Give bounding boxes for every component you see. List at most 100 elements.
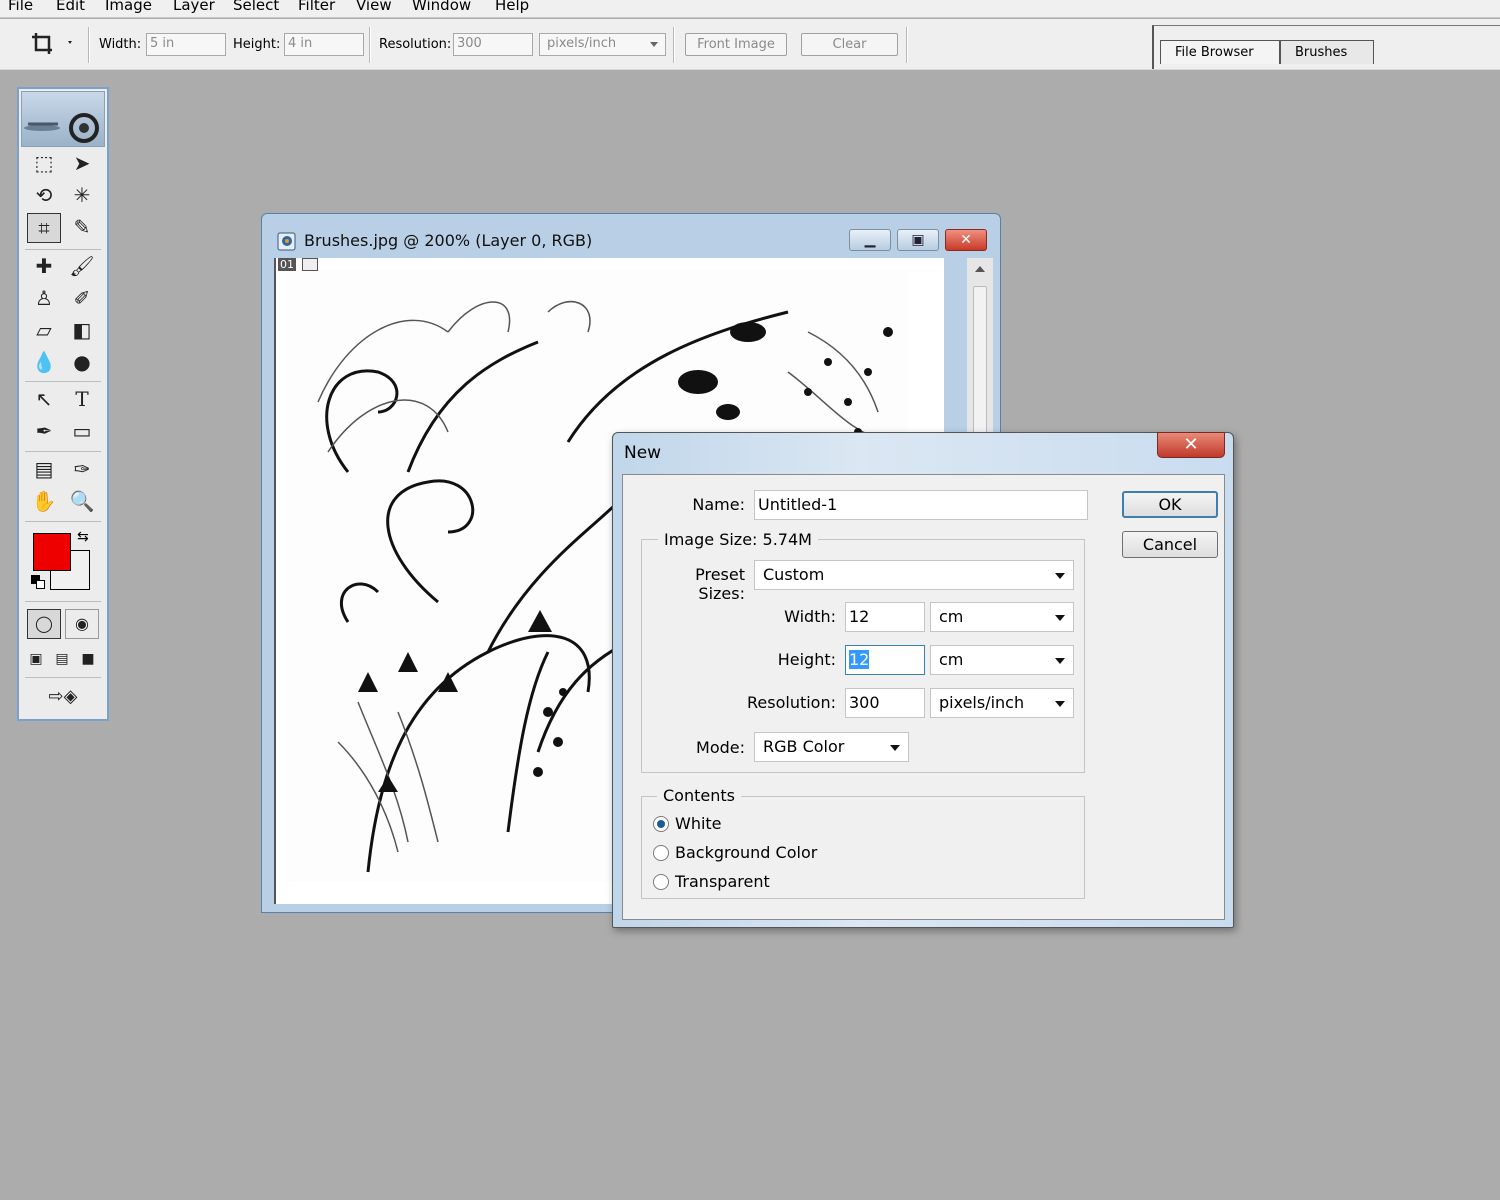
maximize-button[interactable]: ▣ (897, 229, 939, 251)
page-indicator: 01 (278, 258, 296, 271)
menu-file[interactable]: File (8, 0, 33, 13)
height-label: Height: (233, 37, 281, 52)
dialog-close-button[interactable]: ✕ (1157, 432, 1225, 458)
preset-sizes-label: Preset Sizes: (695, 565, 745, 603)
radio-white-indicator[interactable] (653, 816, 669, 832)
separator (88, 27, 90, 63)
crop-tool-icon[interactable]: ⌗ (27, 213, 61, 243)
chevron-down-icon (1055, 658, 1065, 664)
preset-sizes-select[interactable]: Custom (754, 560, 1074, 590)
resolution-field[interactable]: 300 (453, 33, 533, 56)
foreground-color-swatch[interactable] (33, 533, 71, 571)
hand-tool-icon[interactable]: ✋ (27, 487, 61, 517)
height-input[interactable]: 12 (845, 645, 925, 675)
type-tool-icon[interactable]: T (65, 385, 99, 415)
lasso-tool-icon[interactable]: ⟲ (27, 181, 61, 211)
menu-edit[interactable]: Edit (56, 0, 85, 13)
height-field[interactable]: 4 in (284, 33, 364, 56)
healing-brush-tool-icon[interactable]: ✚ (27, 252, 61, 282)
resolution-unit-select[interactable]: pixels/inch (930, 688, 1074, 718)
move-tool-icon[interactable]: ➤ (65, 149, 99, 179)
dodge-tool-icon[interactable]: ● (65, 348, 99, 378)
pen-tool-icon[interactable]: ✒ (27, 417, 61, 447)
width-field[interactable]: 5 in (146, 33, 226, 56)
close-icon: ✕ (1183, 434, 1199, 455)
quick-mask-mode-icon[interactable]: ◉ (65, 609, 99, 639)
shape-tool-icon[interactable]: ▭ (65, 417, 99, 447)
standard-mode-icon[interactable]: ◯ (27, 609, 61, 639)
eraser-tool-icon[interactable]: ▱ (27, 316, 61, 346)
radio-white-label: White (675, 814, 722, 833)
width-unit-value: cm (939, 607, 964, 626)
default-colors-icon[interactable] (31, 575, 45, 589)
dialog-title: New (624, 443, 662, 463)
swap-colors-icon[interactable]: ⇆ (77, 529, 89, 545)
full-screen-mode-icon[interactable]: ■ (75, 645, 101, 675)
menu-help[interactable]: Help (495, 0, 529, 13)
resolution-unit-select[interactable]: pixels/inch (539, 33, 666, 56)
menu-filter[interactable]: Filter (298, 0, 335, 13)
gradient-tool-icon[interactable]: ◧ (65, 316, 99, 346)
notes-tool-icon[interactable]: ▤ (27, 455, 61, 485)
height-unit-select[interactable]: cm (930, 645, 1074, 675)
separator (25, 601, 101, 602)
width-input[interactable]: 12 (845, 602, 925, 632)
brush-tool-icon[interactable]: 🖌 (65, 252, 99, 282)
contents-label: Contents (657, 786, 741, 805)
crop-tool-preset-icon[interactable] (30, 31, 74, 57)
zoom-tool-icon[interactable]: 🔍 (65, 487, 99, 517)
separator (906, 27, 908, 63)
close-button[interactable]: ✕ (945, 229, 987, 251)
blur-tool-icon[interactable]: 💧 (27, 348, 61, 378)
slice-tool-icon[interactable]: ✎ (65, 213, 99, 243)
image-size-label: Image Size: 5.74M (658, 530, 818, 549)
menu-view[interactable]: View (356, 0, 392, 13)
radio-background-color[interactable]: Background Color (653, 843, 853, 865)
tab-file-browser[interactable]: File Browser (1160, 40, 1280, 64)
menu-layer[interactable]: Layer (173, 0, 215, 13)
dialog-body: Name: Untitled-1 Image Size: 5.74M Prese… (622, 474, 1225, 920)
marquee-tool-icon[interactable]: ⬚ (27, 149, 61, 179)
standard-screen-mode-icon[interactable]: ▣ (23, 645, 49, 675)
menu-bar: File Edit Image Layer Select Filter View… (0, 0, 1500, 18)
chevron-down-icon (1055, 573, 1065, 579)
toolbox-header-logo[interactable] (21, 91, 105, 147)
menu-image[interactable]: Image (105, 0, 152, 13)
front-image-button[interactable]: Front Image (685, 33, 787, 56)
separator (25, 451, 101, 452)
toolbox: ⬚ ➤ ⟲ ✳ ⌗ ✎ ✚ 🖌 ♙ ✐ ▱ ◧ 💧 ● ↖ T ✒ ▭ ▤ ✑ … (17, 87, 109, 721)
eyedropper-tool-icon[interactable]: ✑ (65, 455, 99, 485)
preset-sizes-value: Custom (763, 565, 825, 584)
menu-window[interactable]: Window (412, 0, 471, 13)
separator (673, 27, 675, 63)
mode-select[interactable]: RGB Color (754, 732, 909, 762)
jump-to-imageready-icon[interactable]: ⇨◈ (33, 683, 93, 713)
resolution-unit-value: pixels/inch (939, 693, 1025, 712)
name-input[interactable]: Untitled-1 (754, 490, 1088, 520)
menu-select[interactable]: Select (233, 0, 279, 13)
clear-button[interactable]: Clear (801, 33, 898, 56)
radio-transparent-indicator[interactable] (653, 874, 669, 890)
height-value-selected: 12 (849, 650, 870, 669)
width-unit-select[interactable]: cm (930, 602, 1074, 632)
tab-brushes[interactable]: Brushes (1280, 40, 1374, 64)
width-label: Width: (99, 37, 142, 52)
resolution-input[interactable]: 300 (845, 688, 925, 718)
resolution-unit-value: pixels/inch (547, 36, 617, 51)
palette-well: File Browser Brushes (1152, 25, 1500, 69)
chevron-down-icon (890, 745, 900, 751)
path-selection-tool-icon[interactable]: ↖ (27, 385, 61, 415)
history-brush-tool-icon[interactable]: ✐ (65, 284, 99, 314)
scroll-up-icon[interactable] (975, 266, 985, 272)
ok-button[interactable]: OK (1122, 491, 1218, 518)
magic-wand-tool-icon[interactable]: ✳ (65, 181, 99, 211)
radio-transparent[interactable]: Transparent (653, 872, 853, 894)
cancel-button[interactable]: Cancel (1122, 531, 1218, 558)
minimize-button[interactable]: ▁ (849, 229, 891, 251)
clone-stamp-tool-icon[interactable]: ♙ (27, 284, 61, 314)
resolution-label: Resolution: (747, 693, 836, 712)
radio-background-color-indicator[interactable] (653, 845, 669, 861)
radio-white[interactable]: White (653, 814, 853, 836)
full-screen-menu-mode-icon[interactable]: ▤ (49, 645, 75, 675)
new-document-dialog: New ✕ Name: Untitled-1 Image Size: 5.74M… (612, 432, 1234, 928)
